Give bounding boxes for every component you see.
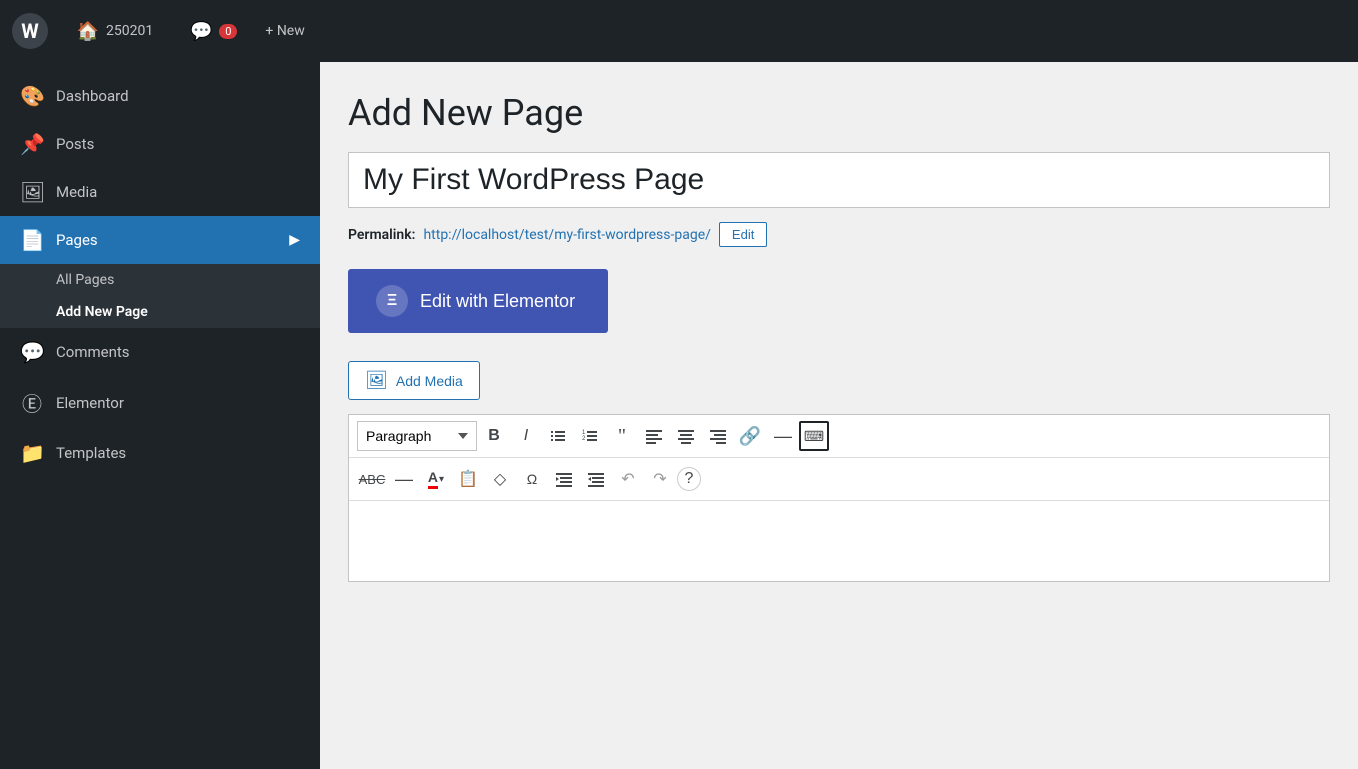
sidebar-item-media[interactable]: 🖼 Media <box>0 168 320 216</box>
indent-button[interactable] <box>581 464 611 494</box>
sidebar-item-pages-label: Pages <box>56 231 98 249</box>
paste-button[interactable]: 📋 <box>453 464 483 494</box>
elementor-circle-icon: Ξ <box>376 285 408 317</box>
svg-text:2: 2 <box>582 436 586 442</box>
templates-icon: 📁 <box>20 441 44 465</box>
outdent-button[interactable] <box>549 464 579 494</box>
permalink-edit-button[interactable]: Edit <box>719 222 767 247</box>
comments-link[interactable]: 💬 0 <box>181 15 245 47</box>
align-center-button[interactable] <box>671 421 701 451</box>
align-right-button[interactable] <box>703 421 733 451</box>
add-media-button[interactable]: 🖼 Add Media <box>348 361 480 400</box>
sidebar-item-comments[interactable]: 💬 Comments <box>0 328 320 376</box>
dashboard-icon: 🎨 <box>20 84 44 108</box>
bullet-list-button[interactable] <box>543 421 573 451</box>
editor-container: Paragraph Heading 1 Heading 2 Heading 3 … <box>348 414 1330 582</box>
sidebar-item-posts-label: Posts <box>56 135 94 153</box>
sidebar-item-dashboard[interactable]: 🎨 Dashboard <box>0 72 320 120</box>
sidebar-item-elementor-label: Elementor <box>56 394 124 412</box>
admin-bar: W 🏠 250201 💬 0 + New <box>0 0 1358 62</box>
italic-button[interactable]: I <box>511 421 541 451</box>
toolbar-row-2: ABC — A ▾ 📋 ◇ Ω <box>349 458 1329 501</box>
home-icon: 🏠 <box>76 19 100 43</box>
toolbar-row-1: Paragraph Heading 1 Heading 2 Heading 3 … <box>349 415 1329 458</box>
add-media-icon: 🖼 <box>365 370 388 391</box>
add-media-label: Add Media <box>396 373 463 389</box>
media-icon: 🖼 <box>20 180 44 204</box>
permalink-label: Permalink: <box>348 227 415 243</box>
site-number: 250201 <box>106 23 153 39</box>
strikethrough-button[interactable]: ABC <box>357 464 387 494</box>
content-area: Add New Page Permalink: http://localhost… <box>320 62 1358 769</box>
horizontal-line-button[interactable]: — <box>389 464 419 494</box>
show-toolbar2-button[interactable]: ⌨ <box>799 421 829 451</box>
permalink-url[interactable]: http://localhost/test/my-first-wordpress… <box>423 227 710 243</box>
posts-icon: 📌 <box>20 132 44 156</box>
page-title-input[interactable] <box>348 152 1330 208</box>
undo-button[interactable]: ↶ <box>613 464 643 494</box>
redo-button[interactable]: ↷ <box>645 464 675 494</box>
sidebar-item-templates-label: Templates <box>56 444 126 462</box>
pages-icon: 📄 <box>20 228 44 252</box>
elementor-icon: Ⓔ <box>20 388 44 417</box>
clear-formatting-button[interactable]: ◇ <box>485 464 515 494</box>
wp-logo-icon[interactable]: W <box>12 13 48 49</box>
sidebar-item-pages[interactable]: 📄 Pages ▶ <box>0 216 320 264</box>
comments-count: 0 <box>219 24 237 39</box>
text-color-button[interactable]: A ▾ <box>421 464 451 494</box>
sidebar-subitem-all-pages[interactable]: All Pages <box>0 264 320 296</box>
special-chars-button[interactable]: Ω <box>517 464 547 494</box>
pages-submenu: All Pages Add New Page <box>0 264 320 328</box>
sidebar: 🎨 Dashboard 📌 Posts 🖼 Media 📄 Pages ▶ Al… <box>0 62 320 769</box>
page-title: Add New Page <box>348 92 1330 134</box>
sidebar-subitem-add-new-page[interactable]: Add New Page <box>0 296 320 328</box>
elementor-btn-label: Edit with Elementor <box>420 291 575 312</box>
sidebar-item-templates[interactable]: 📁 Templates <box>0 429 320 477</box>
bold-button[interactable]: B <box>479 421 509 451</box>
help-button[interactable]: ? <box>677 467 701 491</box>
all-pages-label: All Pages <box>56 272 114 288</box>
sidebar-item-posts[interactable]: 📌 Posts <box>0 120 320 168</box>
sidebar-item-media-label: Media <box>56 183 97 201</box>
add-new-page-label: Add New Page <box>56 304 148 320</box>
editor-body[interactable] <box>349 501 1329 581</box>
main-layout: 🎨 Dashboard 📌 Posts 🖼 Media 📄 Pages ▶ Al… <box>0 62 1358 769</box>
permalink-row: Permalink: http://localhost/test/my-firs… <box>348 222 1330 247</box>
insert-more-button[interactable]: — <box>767 421 797 451</box>
new-label: + New <box>265 23 304 39</box>
text-color-chevron[interactable]: ▾ <box>439 474 444 485</box>
comments-sidebar-icon: 💬 <box>20 340 44 364</box>
align-left-button[interactable] <box>639 421 669 451</box>
comments-icon: 💬 <box>189 19 213 43</box>
blockquote-button[interactable]: " <box>607 421 637 451</box>
new-content-button[interactable]: + New <box>265 23 304 39</box>
insert-link-button[interactable]: 🔗 <box>735 421 765 451</box>
site-name-link[interactable]: 🏠 250201 <box>68 15 161 47</box>
paragraph-select[interactable]: Paragraph Heading 1 Heading 2 Heading 3 … <box>357 421 477 451</box>
numbered-list-button[interactable]: 1 2 <box>575 421 605 451</box>
sidebar-item-comments-label: Comments <box>56 343 130 361</box>
pages-arrow-icon: ▶ <box>289 232 300 248</box>
sidebar-item-elementor[interactable]: Ⓔ Elementor <box>0 376 320 429</box>
sidebar-item-dashboard-label: Dashboard <box>56 87 129 105</box>
edit-with-elementor-button[interactable]: Ξ Edit with Elementor <box>348 269 608 333</box>
